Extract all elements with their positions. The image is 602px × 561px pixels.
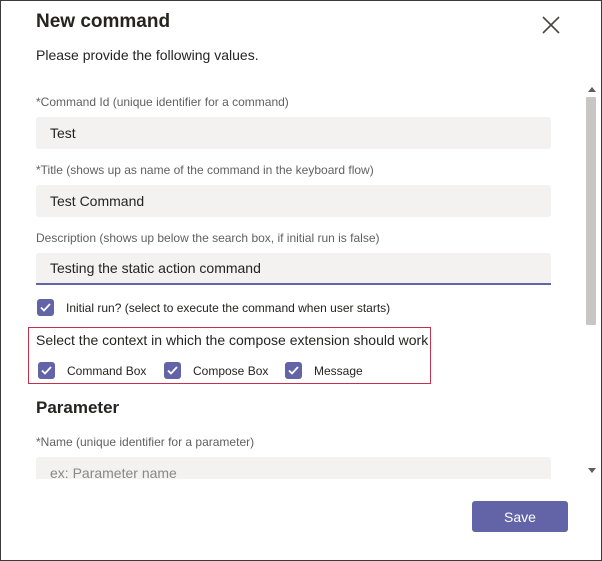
initial-run-label: Initial run? (select to execute the comm… xyxy=(66,300,391,315)
context-option-message: Message xyxy=(285,362,363,379)
command-id-input[interactable] xyxy=(36,117,551,149)
checkmark-icon xyxy=(41,366,52,375)
command-box-label: Command Box xyxy=(67,363,147,378)
title-input[interactable] xyxy=(36,185,551,217)
new-command-dialog: New command Please provide the following… xyxy=(0,0,602,561)
initial-run-checkbox[interactable] xyxy=(37,299,54,316)
close-icon[interactable] xyxy=(540,14,562,36)
scroll-up-icon[interactable] xyxy=(588,87,596,92)
scroll-down-icon[interactable] xyxy=(588,468,596,473)
parameter-heading: Parameter xyxy=(36,398,120,417)
form-scrollbar[interactable] xyxy=(584,83,598,479)
dialog-title: New command xyxy=(36,11,171,32)
scrollbar-thumb[interactable] xyxy=(586,97,596,325)
initial-run-row: Initial run? (select to execute the comm… xyxy=(37,299,390,316)
parameter-name-label: *Name (unique identifier for a parameter… xyxy=(36,435,255,449)
parameter-name-input[interactable] xyxy=(36,457,551,479)
context-title: Select the context in which the compose … xyxy=(36,332,429,348)
context-selection-group: Select the context in which the compose … xyxy=(28,327,431,384)
context-option-command-box: Command Box xyxy=(38,362,146,379)
form-scroll-area: *Command Id (unique identifier for a com… xyxy=(1,83,601,479)
description-label: Description (shows up below the search b… xyxy=(36,231,380,245)
checkmark-icon xyxy=(40,303,51,312)
command-box-checkbox[interactable] xyxy=(38,362,55,379)
message-label: Message xyxy=(314,363,363,378)
compose-box-label: Compose Box xyxy=(193,363,269,378)
checkmark-icon xyxy=(288,366,299,375)
command-id-label: *Command Id (unique identifier for a com… xyxy=(36,95,289,109)
save-button[interactable]: Save xyxy=(472,501,568,532)
title-label: *Title (shows up as name of the command … xyxy=(36,163,374,177)
context-option-compose-box: Compose Box xyxy=(164,362,268,379)
message-checkbox[interactable] xyxy=(285,362,302,379)
checkmark-icon xyxy=(167,366,178,375)
dialog-subtitle: Please provide the following values. xyxy=(36,47,259,63)
compose-box-checkbox[interactable] xyxy=(164,362,181,379)
description-input[interactable] xyxy=(36,253,551,285)
